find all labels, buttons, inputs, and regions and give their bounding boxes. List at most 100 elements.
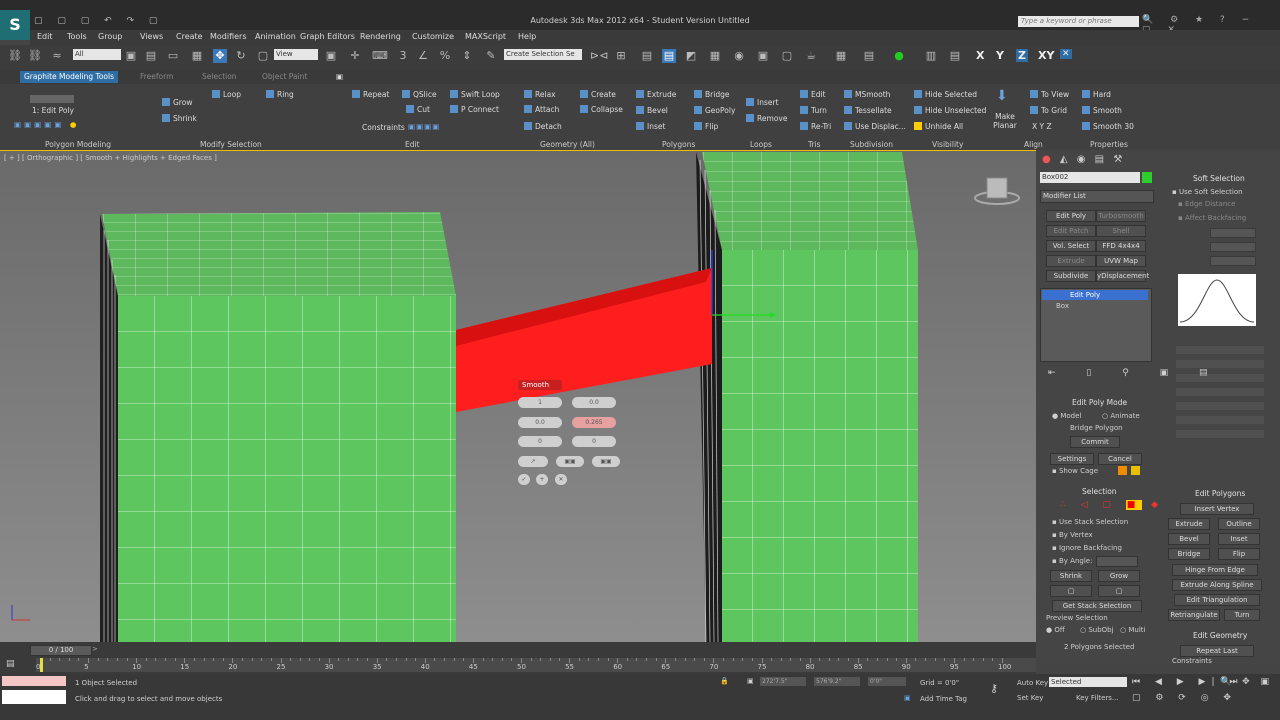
- to-grid-button[interactable]: To Grid: [1030, 106, 1067, 115]
- to-view-button[interactable]: To View: [1030, 90, 1069, 99]
- cancel-button[interactable]: Cancel: [1098, 453, 1142, 465]
- retriangulate-button[interactable]: Retriangulate: [1168, 609, 1220, 621]
- grow-selection-button[interactable]: Grow: [1098, 570, 1140, 582]
- relax-button[interactable]: Relax: [524, 90, 556, 99]
- settings-button[interactable]: Settings: [1050, 453, 1094, 465]
- app-logo-icon[interactable]: S: [0, 10, 30, 40]
- hinge-from-edge-button[interactable]: Hinge From Edge: [1172, 564, 1258, 576]
- tris-turn-button[interactable]: Turn: [800, 106, 827, 115]
- maxscript-listener-mini[interactable]: [2, 676, 66, 686]
- mod-button-extrude[interactable]: Extrude: [1046, 255, 1096, 267]
- polygon-modeling-group[interactable]: Polygon Modeling: [45, 140, 111, 149]
- animate-radio[interactable]: ○ Animate: [1102, 412, 1140, 420]
- viewcube-icon[interactable]: [986, 177, 1008, 199]
- rendered-frame-icon[interactable]: ▢: [780, 49, 794, 63]
- set-key-icon[interactable]: ⚷: [990, 682, 998, 695]
- edit-named-selection-icon[interactable]: ✎: [484, 49, 498, 63]
- axis-z-button[interactable]: Z: [1016, 49, 1028, 62]
- spinner-snap-icon[interactable]: ⇕: [460, 49, 474, 63]
- menu-help[interactable]: Help: [518, 32, 536, 41]
- bridge-button[interactable]: Bridge: [694, 90, 729, 99]
- create-button[interactable]: Create: [580, 90, 616, 99]
- insert-vertex-button[interactable]: Insert Vertex: [1180, 503, 1254, 515]
- caddy-apply-icon[interactable]: +: [536, 474, 548, 485]
- attach-button[interactable]: Attach: [524, 105, 559, 114]
- mod-button-edit-poly[interactable]: Edit Poly: [1046, 210, 1096, 222]
- extrude-poly-button[interactable]: Extrude: [1168, 518, 1210, 530]
- select-and-move-icon[interactable]: ✥: [213, 49, 227, 63]
- msmooth-button[interactable]: MSmooth: [844, 90, 890, 99]
- hard-button[interactable]: Hard: [1082, 90, 1111, 99]
- angle-snap-icon[interactable]: ∠: [416, 49, 430, 63]
- bridge-poly-button[interactable]: Bridge: [1168, 548, 1210, 560]
- subobject-level-icons[interactable]: ▣▣▣▣▣ ●: [14, 120, 79, 129]
- object-name-field[interactable]: Box002: [1040, 172, 1140, 183]
- edit-geometry-header[interactable]: Edit Geometry: [1193, 631, 1247, 640]
- layers-toolbar-icon[interactable]: ▤: [948, 49, 962, 63]
- axis-xyz-button[interactable]: ✕: [1060, 49, 1072, 59]
- menu-create[interactable]: Create: [176, 32, 203, 41]
- make-planar-icon[interactable]: ⬇: [996, 88, 1008, 104]
- axis-x-button[interactable]: X: [976, 49, 984, 62]
- menu-group[interactable]: Group: [98, 32, 122, 41]
- constraint-icons[interactable]: ▣▣▣▣: [408, 122, 440, 131]
- mod-button-vol-select[interactable]: Vol. Select: [1046, 240, 1096, 252]
- by-vertex-checkbox[interactable]: ▪ By Vertex: [1052, 531, 1093, 539]
- shrink-button[interactable]: Shrink: [162, 114, 197, 123]
- subdivision-group[interactable]: Subdivision: [850, 140, 893, 149]
- cage-color-swatch-2[interactable]: [1131, 466, 1140, 475]
- hide-unselected-button[interactable]: Hide Unselected: [914, 106, 986, 115]
- menu-maxscript[interactable]: MAXScript: [465, 32, 506, 41]
- preview-subobj-radio[interactable]: ○ SubObj: [1080, 626, 1114, 634]
- edit-group[interactable]: Edit: [405, 140, 420, 149]
- cage-color-swatch-1[interactable]: [1118, 466, 1127, 475]
- modifier-list-dropdown[interactable]: Modifier List: [1040, 190, 1154, 203]
- by-angle-spinner[interactable]: [1096, 556, 1138, 567]
- render-production-icon[interactable]: ☕: [804, 49, 818, 63]
- snaps-toggle-icon[interactable]: 3: [396, 49, 410, 63]
- selection-filter-dropdown[interactable]: All: [73, 49, 121, 60]
- insert-loop-button[interactable]: Insert: [746, 98, 779, 107]
- link-icon[interactable]: ⛓: [28, 49, 42, 63]
- preview-multi-radio[interactable]: ○ Multi: [1120, 626, 1145, 634]
- mod-button-ffd[interactable]: FFD 4x4x4: [1096, 240, 1146, 252]
- object-color-swatch[interactable]: [1142, 172, 1152, 183]
- tris-group[interactable]: Tris: [808, 140, 821, 149]
- menu-rendering[interactable]: Rendering: [360, 32, 401, 41]
- menu-modifiers[interactable]: Modifiers: [210, 32, 247, 41]
- command-panel-tabs[interactable]: ● ◭ ◉ ▤ ⚒: [1042, 154, 1125, 165]
- bevel-poly-button[interactable]: Bevel: [1168, 533, 1210, 545]
- select-and-scale-icon[interactable]: ▢: [256, 49, 270, 63]
- menu-tools[interactable]: Tools: [67, 32, 87, 41]
- axis-constraint-toolbar-icon[interactable]: ▥: [924, 49, 938, 63]
- edit-triangulation-button[interactable]: Edit Triangulation: [1174, 594, 1260, 606]
- percent-snap-icon[interactable]: %: [438, 49, 452, 63]
- inset-button[interactable]: Inset: [636, 122, 665, 131]
- soft-selection-header[interactable]: Soft Selection: [1193, 174, 1245, 183]
- ribbon-modes-bar[interactable]: [30, 95, 74, 103]
- time-tag-icon[interactable]: ▣: [904, 694, 911, 702]
- stack-item-edit-poly[interactable]: Edit Poly: [1042, 290, 1148, 300]
- caddy-ok-icon[interactable]: ✓: [518, 474, 530, 485]
- mod-button-turbosmooth[interactable]: Turbosmooth: [1096, 210, 1146, 222]
- menu-customize[interactable]: Customize: [412, 32, 454, 41]
- search-input[interactable]: Type a keyword or phrase: [1018, 16, 1139, 27]
- extrude-button[interactable]: Extrude: [636, 90, 676, 99]
- axis-xy-button[interactable]: XY: [1038, 49, 1054, 62]
- use-displacement-button[interactable]: Use Displac...: [844, 122, 906, 131]
- add-time-tag-button[interactable]: Add Time Tag: [920, 695, 967, 703]
- selection-header[interactable]: Selection: [1082, 487, 1117, 496]
- align-icon[interactable]: ⊞: [614, 49, 628, 63]
- mod-button-shell[interactable]: Shell: [1096, 225, 1146, 237]
- edit-polygons-header[interactable]: Edit Polygons: [1195, 489, 1245, 498]
- inset-poly-button[interactable]: Inset: [1218, 533, 1260, 545]
- smooth-button[interactable]: Smooth: [1082, 106, 1122, 115]
- tris-edit-button[interactable]: Edit: [800, 90, 826, 99]
- polygons-group[interactable]: Polygons: [662, 140, 695, 149]
- smooth-caddy[interactable]: Smooth 1 0.0 0.0 0.265 0 0 ↗ ▣▣ ▣▣ ✓ + ✕: [516, 378, 626, 488]
- select-object-icon[interactable]: ▣: [124, 49, 138, 63]
- remove-loop-button[interactable]: Remove: [746, 114, 787, 123]
- menu-edit[interactable]: Edit: [37, 32, 53, 41]
- preview-off-radio[interactable]: ● Off: [1046, 626, 1065, 634]
- trackbar-menu-icon[interactable]: ▤: [6, 659, 15, 669]
